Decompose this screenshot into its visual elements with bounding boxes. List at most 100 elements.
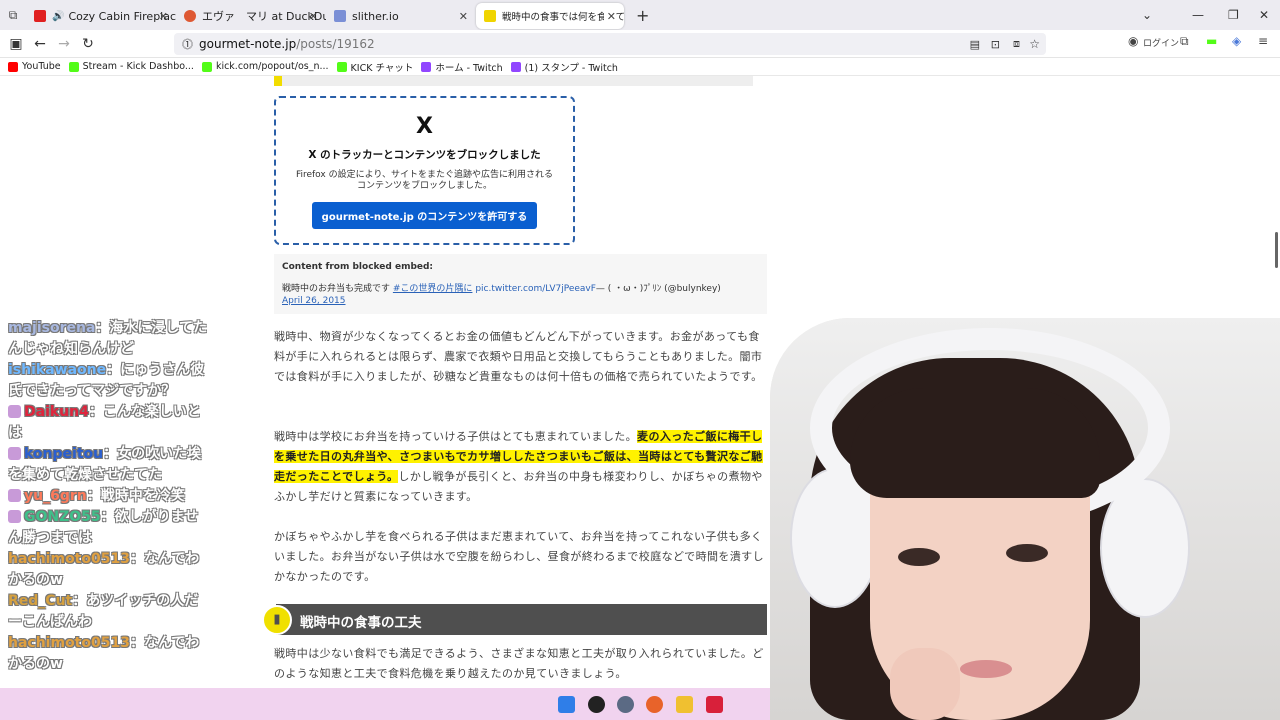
sidebar-icon[interactable]: ▣ xyxy=(6,34,26,54)
subscriber-badge-icon xyxy=(8,405,21,418)
chat-username: hachimoto0513 xyxy=(8,551,130,567)
paragraph-3: かぼちゃやふかし芋を食べられる子供はまだ恵まれていて、お弁当を持ってこれない子供… xyxy=(274,530,764,583)
tab-slither[interactable]: slither.io ✕ xyxy=(326,3,476,29)
bookmark-kick-dashboard[interactable]: Stream - Kick Dashbo... xyxy=(68,61,194,72)
scrollbar-thumb[interactable] xyxy=(1275,232,1278,268)
bookmark-twitch-home[interactable]: ホーム - Twitch xyxy=(421,60,503,74)
firefox-icon[interactable] xyxy=(646,696,663,713)
paragraph-1: 戦時中、物資が少なくなってくるとお金の価値もどんどん下がっていきます。お金があっ… xyxy=(274,330,763,383)
site-info-icon[interactable]: ⓵ xyxy=(182,36,193,52)
audio-icon[interactable]: 🔊 xyxy=(52,11,64,22)
extension-icon[interactable]: ◈ xyxy=(1232,34,1241,48)
bookmark-label: YouTube xyxy=(22,61,61,72)
tab-gourmet-note[interactable]: 戦時中の食事では何を食べていた ✕ xyxy=(476,3,624,29)
kick-extension-icon[interactable]: ▬ xyxy=(1206,34,1217,48)
paragraph-2: 戦時中は学校にお弁当を持っていける子供はとても恵まれていました。麦の入ったご飯に… xyxy=(274,427,766,507)
x-logo-icon: X xyxy=(416,114,433,139)
bookmark-kick-popout[interactable]: kick.com/popout/os_n... xyxy=(201,61,329,72)
back-icon[interactable]: ← xyxy=(30,34,50,54)
tweet-date-link[interactable]: April 26, 2015 xyxy=(282,296,759,306)
embed-description: Firefox の設定により、サイトをまたぐ追跡や広告に利用されるコンテンツをブ… xyxy=(295,170,554,191)
tab-cozy-cabin[interactable]: 🔊 Cozy Cabin Fireplace 24 ✕ xyxy=(26,3,176,29)
forward-icon[interactable]: → xyxy=(54,34,74,54)
webcam-overlay xyxy=(770,318,1280,720)
close-icon[interactable]: ✕ xyxy=(603,9,616,23)
subscriber-badge-icon xyxy=(8,510,21,523)
chat-message: konpeitou：女の吹いた埃を集めて乾燥させたてた xyxy=(0,444,210,486)
subscriber-badge-icon xyxy=(8,489,21,502)
screenshot-icon[interactable]: ⊡ xyxy=(991,38,1000,51)
file-explorer-icon[interactable] xyxy=(676,696,693,713)
close-icon[interactable]: ✕ xyxy=(309,10,318,23)
url-path: /posts/19162 xyxy=(296,37,375,51)
streamer-eye-right xyxy=(1006,544,1048,562)
blocked-heading: Content from blocked embed: xyxy=(282,262,434,272)
gourmet-note-icon xyxy=(484,10,496,22)
youtube-icon xyxy=(34,10,46,22)
tab-bar: ⧉ 🔊 Cozy Cabin Fireplace 24 ✕ エヴァ マリ at … xyxy=(0,0,1280,30)
tab-duckduckgo[interactable]: エヴァ マリ at DuckDuckGo ✕ xyxy=(176,3,326,29)
chat-username: konpeitou xyxy=(24,446,104,462)
chat-username: hachimoto0513 xyxy=(8,635,130,651)
bookmarks-bar: YouTube Stream - Kick Dashbo... kick.com… xyxy=(0,58,1280,76)
chat-username: Red_Cut xyxy=(8,593,73,609)
bookmark-label: kick.com/popout/os_n... xyxy=(215,61,329,72)
subscriber-badge-icon xyxy=(8,447,21,460)
windows-start-icon[interactable] xyxy=(558,696,575,713)
menu-icon[interactable]: ≡ xyxy=(1258,34,1268,48)
close-icon[interactable]: ✕ xyxy=(159,10,168,23)
kick-icon xyxy=(68,61,79,72)
heading-accent xyxy=(274,76,282,86)
new-tab-icon[interactable]: + xyxy=(636,6,649,25)
notebook-icon: ▮ xyxy=(262,605,292,635)
youtube-icon xyxy=(8,61,18,72)
allow-content-button[interactable]: gourmet-note.jp のコンテンツを許可する xyxy=(311,202,538,229)
chat-message: majisorena：海水に浸してたんじゃね知らんけど xyxy=(0,318,210,360)
extensions-icon[interactable]: ⧉ xyxy=(1180,34,1189,49)
hashtag-link[interactable]: #この世界の片隅に xyxy=(393,284,473,294)
chat-message: Red_Cut：あツイッチの人だーこんばんわ xyxy=(0,591,210,633)
close-window-icon[interactable]: ✕ xyxy=(1259,0,1269,30)
paragraph-2-text: 戦時中は学校にお弁当を持っていける子供はとても恵まれていました。 xyxy=(274,430,638,443)
chat-username: Daikun4 xyxy=(24,404,89,420)
stream-chat-overlay: majisorena：海水に浸してたんじゃね知らんけど ishikawaone：… xyxy=(0,318,210,675)
obs-icon[interactable] xyxy=(588,696,605,713)
account-icon[interactable]: ◉ xyxy=(1128,34,1138,48)
kick-icon xyxy=(201,61,212,72)
tweet-text: 戦時中のお弁当も完成です xyxy=(282,284,391,294)
minimize-icon[interactable]: — xyxy=(1192,0,1204,30)
section-heading: ▮ 戦時中の食事の工夫 xyxy=(262,604,767,635)
streamer-bangs xyxy=(850,388,1100,498)
restore-icon[interactable]: ❐ xyxy=(1228,0,1239,30)
embed-title: X のトラッカーとコンテンツをブロックしました xyxy=(308,149,541,161)
screen: ⧉ 🔊 Cozy Cabin Fireplace 24 ✕ エヴァ マリ at … xyxy=(0,0,1280,720)
close-icon[interactable]: ✕ xyxy=(459,10,468,23)
bookmark-youtube[interactable]: YouTube xyxy=(8,61,61,72)
tab-list-icon[interactable]: ⧉ xyxy=(0,8,26,23)
chat-message: hachimoto0513：なんでわかるのw xyxy=(0,549,210,591)
reload-icon[interactable]: ↻ xyxy=(78,34,98,54)
bookmark-twitch-stamps[interactable]: (1) スタンプ - Twitch xyxy=(510,60,618,74)
paragraph-4: 戦時中は少ない食料でも満足できるよう、さまざまな知恵と工夫が取り入れられていまし… xyxy=(274,647,764,680)
translate-icon[interactable]: ⧈ xyxy=(1013,37,1020,51)
app-icon[interactable] xyxy=(706,696,723,713)
bookmark-star-icon[interactable]: ☆ xyxy=(1029,37,1040,51)
navigation-toolbar: ▣ ← → ↻ ⓵ gourmet-note.jp /posts/19162 ▤… xyxy=(0,30,1280,58)
chat-message: hachimoto0513：なんでわかるのw xyxy=(0,633,210,675)
chat-username: majisorena xyxy=(8,320,96,336)
chat-username: GONZO55 xyxy=(24,509,101,525)
address-bar[interactable]: ⓵ gourmet-note.jp /posts/19162 ▤ ⊡ ⧈ ☆ xyxy=(174,33,1046,55)
reader-view-icon[interactable]: ▤ xyxy=(970,38,980,51)
chat-username: yu_6grn xyxy=(24,488,87,504)
blocked-embed-box: X X のトラッカーとコンテンツをブロックしました Firefox の設定により… xyxy=(274,96,575,245)
chat-text: ：戦時中を冷笑 xyxy=(86,488,185,504)
chat-message: yu_6grn：戦時中を冷笑 xyxy=(0,486,210,507)
chat-message: Daikun4：こんな楽しいとは xyxy=(0,402,210,444)
login-label[interactable]: ログイン xyxy=(1143,36,1179,49)
tab-overflow-icon[interactable]: ⌄ xyxy=(1142,0,1152,30)
tweet-media-link[interactable]: pic.twitter.com/LV7jPeeavF xyxy=(475,284,596,294)
settings-gear-icon[interactable] xyxy=(617,696,634,713)
bookmark-kick-chat[interactable]: KICK チャット xyxy=(336,60,413,74)
blocked-embed-fallback: Content from blocked embed: 戦時中のお弁当も完成です… xyxy=(274,254,767,314)
slither-icon xyxy=(334,10,346,22)
